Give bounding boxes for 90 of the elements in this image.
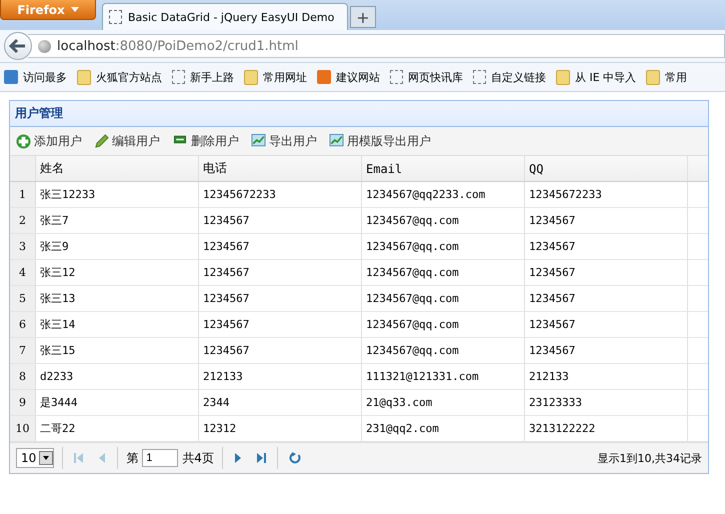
table-cell: 111321@121331.com <box>362 364 525 389</box>
table-cell: 12345672233 <box>199 182 362 207</box>
bookmark-item[interactable]: 常用网址 <box>244 70 307 84</box>
row-number: 10 <box>10 416 36 441</box>
table-cell: 张三12233 <box>36 182 199 207</box>
row-number: 8 <box>10 364 36 389</box>
table-cell: 1234567 <box>525 312 688 337</box>
pencil-icon <box>94 134 109 148</box>
table-cell: 23123333 <box>525 390 688 415</box>
caret-icon <box>70 7 79 12</box>
folder-icon <box>556 70 570 84</box>
bookmark-item[interactable]: 建议网站 <box>317 70 380 84</box>
browser-tab[interactable]: Basic DataGrid - jQuery EasyUI Demo <box>102 3 348 30</box>
toolbar-button[interactable]: 删除用户 <box>170 130 245 152</box>
table-cell: 1234567 <box>199 260 362 285</box>
panel-title: 用户管理 <box>15 105 63 122</box>
globe-icon <box>38 40 51 52</box>
toolbar-button[interactable]: 添加用户 <box>14 130 88 152</box>
bookmark-item[interactable]: 访问最多 <box>4 70 67 84</box>
bookmark-item[interactable]: 自定义链接 <box>473 70 546 84</box>
row-number: 7 <box>10 338 36 363</box>
table-cell: 是3444 <box>36 390 199 415</box>
row-number: 4 <box>10 260 36 285</box>
table-cell: 张三9 <box>36 234 199 259</box>
table-cell: 1234567 <box>525 338 688 363</box>
table-cell: 1234567 <box>525 286 688 311</box>
table-cell: 1234567 <box>199 338 362 363</box>
table-cell: 1234567@qq2233.com <box>362 182 525 207</box>
table-cell: 张三12 <box>36 260 199 285</box>
table-cell: 3213122222 <box>525 416 688 441</box>
back-arrow-icon <box>9 38 27 54</box>
row-number: 3 <box>10 234 36 259</box>
column-header[interactable]: Email <box>362 156 525 181</box>
table-cell: 张三15 <box>36 338 199 363</box>
table-cell: 1234567 <box>199 312 362 337</box>
table-cell: 张三13 <box>36 286 199 311</box>
table-cell: 1234567@qq.com <box>362 286 525 311</box>
table-cell: 1234567@qq.com <box>362 234 525 259</box>
table-cell: 二哥22 <box>36 416 199 441</box>
table-cell: 1234567@qq.com <box>362 260 525 285</box>
table-cell: 2344 <box>199 390 362 415</box>
row-number: 2 <box>10 208 36 233</box>
table-cell: 1234567@qq.com <box>362 312 525 337</box>
table-cell: 21@q33.com <box>362 390 525 415</box>
table-cell: 12312 <box>199 416 362 441</box>
table-cell: 1234567 <box>525 208 688 233</box>
page-number-field[interactable]: 1 <box>142 449 178 467</box>
folder-icon <box>646 70 660 84</box>
address-field[interactable]: localhost:8080/PoiDemo2/crud1.html <box>28 34 725 58</box>
row-number: 9 <box>10 390 36 415</box>
row-number: 6 <box>10 312 36 337</box>
folder-icon <box>77 70 91 84</box>
bookmark-item[interactable]: 网页快讯库 <box>390 70 463 84</box>
bookmark-item[interactable]: 新手上路 <box>172 70 234 84</box>
column-header[interactable]: 电话 <box>199 156 362 181</box>
column-header[interactable]: 姓名 <box>36 156 199 181</box>
chart-icon <box>251 134 266 148</box>
bookmark-item[interactable]: 火狐官方站点 <box>77 70 162 84</box>
page-size-select[interactable]: 10 <box>16 448 54 468</box>
column-header[interactable]: QQ <box>525 156 688 181</box>
table-cell: 1234567 <box>199 208 362 233</box>
toolbar-button[interactable]: 编辑用户 <box>92 130 166 152</box>
new-tab-button[interactable]: + <box>350 6 376 28</box>
table-cell: 231@qq2.com <box>362 416 525 441</box>
record-summary: 显示1到10,共34记录 <box>598 450 702 466</box>
chart-icon <box>329 134 344 148</box>
bookmark-item[interactable]: 从 IE 中导入 <box>556 70 636 84</box>
row-number: 1 <box>10 182 36 207</box>
table-cell: 张三7 <box>36 208 199 233</box>
back-button[interactable] <box>4 32 32 60</box>
caret-icon <box>39 451 54 465</box>
plus-icon <box>16 134 31 148</box>
row-number: 5 <box>10 286 36 311</box>
table-cell: 1234567@qq.com <box>362 208 525 233</box>
table-cell: 212133 <box>525 364 688 389</box>
toolbar-button[interactable]: 导出用户 <box>249 130 323 152</box>
table-cell: 张三14 <box>36 312 199 337</box>
table-cell: 1234567 <box>199 286 362 311</box>
table-cell: d2233 <box>36 364 199 389</box>
bookmark-item[interactable]: 常用 <box>646 70 688 84</box>
page-label: 第 <box>126 450 138 466</box>
total-pages: 共4页 <box>182 450 214 466</box>
table-cell: 1234567 <box>199 234 362 259</box>
table-cell: 1234567 <box>525 260 688 285</box>
table-cell: 212133 <box>199 364 362 389</box>
toolbar-button[interactable]: 用模版导出用户 <box>327 130 437 152</box>
table-cell: 1234567@qq.com <box>362 338 525 363</box>
table-cell: 1234567 <box>525 234 688 259</box>
table-cell: 12345672233 <box>525 182 688 207</box>
folder-icon <box>244 70 258 84</box>
